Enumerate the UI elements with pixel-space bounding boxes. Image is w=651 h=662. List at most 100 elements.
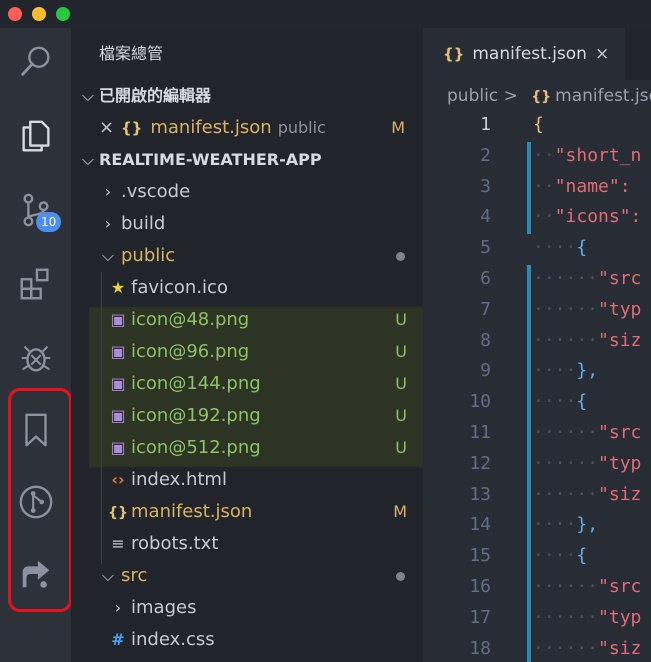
line-text: ······"typ [533,298,642,320]
code-line: 11 ······"src [423,418,651,449]
tree-file-icon144[interactable]: ▣ icon@144.png U [71,368,423,400]
line-number: 13 [469,483,491,505]
explorer-title: 檔案總管 [99,44,164,63]
tree-file-robots[interactable]: ≡ robots.txt [71,528,423,560]
untracked-status: U [395,438,407,457]
tree-file-icon192[interactable]: ▣ icon@192.png U [71,400,423,432]
tree-file-manifest[interactable]: {} manifest.json M [71,496,423,528]
line-text: ··"short_n [533,144,642,166]
project-header[interactable]: ⌵ REALTIME-WEATHER-APP [71,144,423,176]
line-number: 14 [469,514,491,536]
line-text: ······"siz [533,637,642,659]
line-number: 10 [469,391,491,413]
chevron-down-icon: ⌵ [81,150,95,169]
code-line: 5 ····{ [423,233,651,264]
search-icon [20,46,50,76]
line-number: 16 [469,576,491,597]
debug-bug-icon [21,345,50,372]
line-text: ····}, [533,360,599,382]
window-titlebar [0,0,651,28]
close-icon[interactable]: × [595,44,609,64]
line-text: ····{ [533,237,588,259]
html-icon: ‹› [111,470,125,489]
editor-tab-strip: {} manifest.json × [423,28,651,80]
line-text: ······"typ [533,452,642,474]
line-text: ····}, [533,514,599,536]
activity-source-control[interactable]: 10 [0,180,71,240]
tree-folder-src[interactable]: ⌵ src [71,560,423,592]
code-line: 4 ··"icons": [423,202,651,233]
line-number: 3 [480,175,491,197]
untracked-status: U [395,374,407,393]
tab-manifest-json[interactable]: {} manifest.json × [423,28,625,80]
code-line: 9 ····}, [423,356,651,387]
close-window-button[interactable] [8,7,22,21]
tree-folder-images[interactable]: › images [71,592,423,624]
chevron-right-icon: › [104,182,112,201]
open-editor-item[interactable]: ×{} manifest.json public M [71,112,423,144]
modified-dot [396,252,405,261]
open-editors-header[interactable]: ⌵ 已開啟的編輯器 [71,80,423,112]
tree-file-favicon[interactable]: ★ favicon.ico [71,272,423,304]
tree-file-icon48[interactable]: ▣ icon@48.png U [71,304,423,336]
line-text: ······"src [533,268,642,289]
code-line: 10 ····{ [423,387,651,418]
code-line: 13 ······"siz [423,480,651,511]
modified-dot [396,572,405,581]
line-number: 1 [480,114,491,135]
open-editor-folder: public [277,118,326,137]
tab-label: manifest.json [472,44,587,64]
breadcrumb-folder[interactable]: public [447,86,498,106]
image-icon: ▣ [110,342,126,361]
code-line: 17 ······"typ [423,603,651,634]
image-icon: ▣ [110,374,126,393]
breadcrumb-file[interactable]: manifest.jso [555,86,651,106]
tree-file-index-css[interactable]: # index.css [71,624,423,656]
tree-file-icon96[interactable]: ▣ icon@96.png U [71,336,423,368]
line-number: 18 [469,637,491,659]
json-icon: {} [443,45,465,63]
tree-folder-build[interactable]: › build [71,208,423,240]
code-line: 15 ····{ [423,541,651,572]
line-text: ······"siz [533,483,642,505]
line-number: 15 [469,545,491,567]
activity-debug[interactable] [0,328,71,388]
tree-file-icon512[interactable]: ▣ icon@512.png U [71,432,423,464]
tree-file-index-html[interactable]: ‹› index.html [71,464,423,496]
line-number: 4 [480,206,491,228]
code-line: 12 ······"typ [423,449,651,480]
activity-search[interactable] [0,32,71,92]
line-text: ··"icons": [533,206,642,228]
code-line: 6 ······"src [423,264,651,295]
line-number: 8 [480,329,491,351]
code-line: 8 ······"siz [423,326,651,357]
line-text: ····{ [533,545,588,567]
code-line: 16 ······"src [423,572,651,603]
line-number: 7 [480,298,491,320]
activity-explorer[interactable] [0,106,71,166]
breadcrumb-separator: > [503,86,518,106]
line-number: 11 [469,422,491,443]
tree-folder-vscode[interactable]: › .vscode [71,176,423,208]
image-icon: ▣ [110,310,126,329]
activity-bar: 10 [0,28,72,662]
line-number: 6 [480,268,491,289]
code-line: 3 ··"name": [423,172,651,203]
line-number: 9 [480,360,491,382]
code-line: 14 ····}, [423,510,651,541]
minimize-window-button[interactable] [32,7,46,21]
editor-pane: {} manifest.json × public > {} manifest.jso… [423,28,651,662]
json-icon: {} [531,89,552,105]
code-line: 2 ··"short_n [423,141,651,172]
breadcrumb: public > {} manifest.jso [447,80,651,112]
chevron-down-icon: ⌵ [81,86,95,105]
code-line: 1{ [423,110,651,141]
tree-folder-public[interactable]: ⌵ public [71,240,423,272]
chevron-down-icon: ⌵ [101,246,115,265]
code-line: 7 ······"typ [423,295,651,326]
zoom-window-button[interactable] [56,7,70,21]
close-icon[interactable]: × [99,112,121,144]
activity-extensions[interactable] [0,254,71,314]
untracked-status: U [395,310,407,329]
line-number: 12 [469,452,491,474]
